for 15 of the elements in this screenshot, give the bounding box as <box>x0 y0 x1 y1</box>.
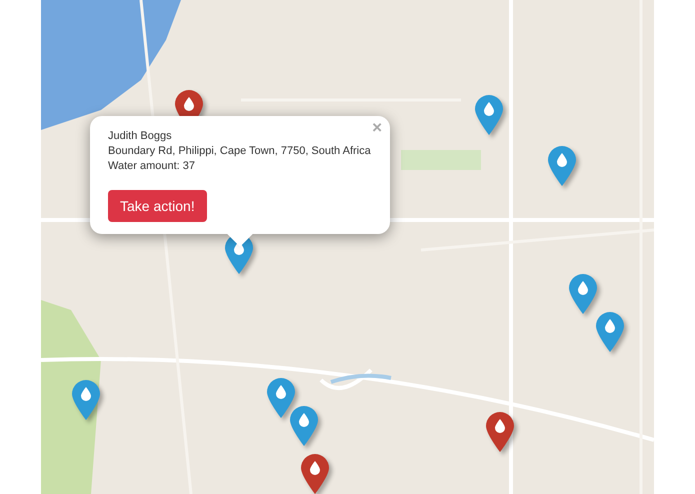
take-action-button[interactable]: Take action! <box>108 190 207 222</box>
map-pin-icon[interactable] <box>290 406 318 446</box>
map-pin-icon[interactable] <box>569 274 597 314</box>
person-name: Judith Boggs <box>108 129 173 144</box>
map-pin-icon[interactable] <box>301 454 329 494</box>
map-pin-icon[interactable] <box>486 412 514 452</box>
close-button[interactable]: × <box>368 118 386 138</box>
map-pin-icon[interactable] <box>596 312 624 352</box>
address-text: Boundary Rd, Philippi, Cape Town, 7750, South Africa <box>108 144 372 159</box>
map-pin-icon[interactable] <box>548 146 576 186</box>
map-pin-icon[interactable] <box>475 95 503 135</box>
river-line <box>330 374 392 384</box>
map-pin-icon[interactable] <box>72 380 100 420</box>
map-pin-icon[interactable] <box>267 378 295 418</box>
water-amount-text: Water amount: 37 <box>108 159 196 174</box>
